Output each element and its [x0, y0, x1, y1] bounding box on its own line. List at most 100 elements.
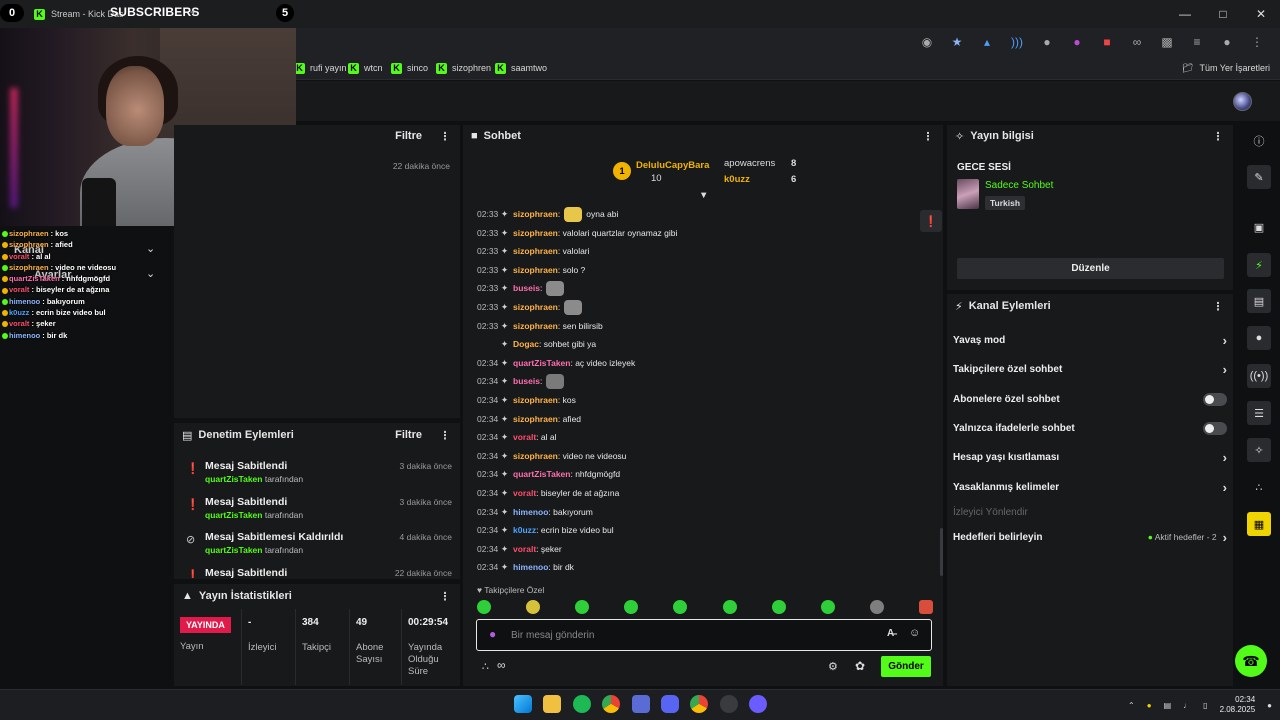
battery-icon[interactable]: ▯: [1203, 701, 1207, 710]
chat-username[interactable]: sizophraen: [513, 410, 558, 429]
emote[interactable]: [624, 600, 639, 614]
stack-icon[interactable]: ☰: [1247, 401, 1271, 425]
bookmark-item[interactable]: Ksizophren: [436, 60, 491, 76]
emote[interactable]: [477, 600, 491, 614]
chat-username[interactable]: quartZisTaken: [513, 465, 570, 484]
extension-red-icon[interactable]: ■: [1100, 35, 1114, 49]
app-icon[interactable]: [749, 695, 767, 713]
lightning-icon[interactable]: ⚡︎: [1247, 253, 1271, 277]
filter-button[interactable]: Filtre: [395, 429, 422, 441]
bookmark-item[interactable]: Kwtcn: [348, 60, 383, 76]
category-thumbnail[interactable]: [957, 179, 979, 209]
broadcast-icon[interactable]: ((•)): [1247, 364, 1271, 388]
clock[interactable]: 02:34 2.08.2025: [1220, 695, 1256, 715]
more-icon[interactable]: ⋮: [921, 130, 935, 143]
chrome-icon[interactable]: [602, 695, 620, 713]
menu-icon[interactable]: ⋮: [1250, 35, 1264, 49]
top-chatter-name[interactable]: DeluluCapyBara: [636, 160, 709, 171]
windows-start-icon[interactable]: [514, 695, 532, 713]
emote[interactable]: [722, 600, 737, 614]
star-icon[interactable]: ★: [950, 35, 964, 49]
info-icon[interactable]: ⓘ: [1247, 129, 1271, 153]
bookmark-item[interactable]: Ksaamtwo: [495, 60, 547, 76]
more-icon[interactable]: ⋮: [1211, 130, 1225, 143]
translate-icon[interactable]: ▴: [980, 35, 994, 49]
spotify-icon[interactable]: [573, 695, 591, 713]
chat-username[interactable]: sizophraen: [513, 298, 558, 317]
top-chatter-name[interactable]: k0uzz: [724, 174, 750, 185]
chevron-right-icon[interactable]: ›: [1223, 333, 1227, 348]
chrome-icon[interactable]: [690, 695, 708, 713]
send-button[interactable]: Gönder: [881, 656, 931, 677]
chat-username[interactable]: voralt: [513, 484, 536, 503]
puzzle-icon[interactable]: ▩: [1160, 35, 1174, 49]
emote[interactable]: [771, 600, 786, 614]
chat-username[interactable]: sizophraen: [513, 242, 558, 261]
wrench-icon[interactable]: ✧: [1247, 438, 1271, 462]
emote[interactable]: [575, 600, 590, 614]
network-icon[interactable]: ▤: [1164, 701, 1172, 710]
settings-dots-icon[interactable]: ∴: [482, 660, 489, 673]
infinity-icon[interactable]: ∞: [497, 658, 506, 672]
eye-off-icon[interactable]: ◉: [920, 35, 934, 49]
file-explorer-icon[interactable]: [543, 695, 561, 713]
chevron-right-icon[interactable]: ›: [1223, 530, 1227, 545]
chat-username[interactable]: sizophraen: [513, 317, 558, 336]
user-avatar[interactable]: [1233, 92, 1252, 111]
fullscreen-icon[interactable]: ▣: [1247, 215, 1271, 239]
translate-icon[interactable]: A̶: [887, 628, 894, 639]
toggle-switch[interactable]: [1203, 392, 1227, 406]
emote[interactable]: [526, 600, 541, 614]
channel-action-row[interactable]: Yavaş mod ›: [953, 328, 1227, 352]
emote[interactable]: [673, 600, 688, 614]
app-icon[interactable]: [632, 695, 650, 713]
filter-button[interactable]: Filtre: [395, 130, 422, 142]
extension-purple-icon[interactable]: ●: [1070, 35, 1084, 49]
chat-username[interactable]: sizophraen: [513, 261, 558, 280]
close-window-button[interactable]: ✕: [1242, 0, 1280, 28]
collapse-icon[interactable]: ▼: [699, 190, 708, 201]
chat-input[interactable]: [511, 626, 871, 644]
clapperboard-icon[interactable]: ▦: [1247, 512, 1271, 536]
pin-message-button[interactable]: ❗: [920, 210, 942, 232]
toggle-switch[interactable]: [1203, 421, 1227, 435]
speaker-icon[interactable]: ♩: [1183, 701, 1191, 710]
bookmark-item[interactable]: Ksinco: [391, 60, 428, 76]
emote-picker-icon[interactable]: ✿: [855, 659, 865, 673]
chevron-up-icon[interactable]: ⌃: [1128, 701, 1135, 710]
document-icon[interactable]: ▤: [1247, 289, 1271, 313]
extras-icon[interactable]: ∴: [1247, 475, 1271, 499]
extension-dot-icon[interactable]: ●: [1040, 35, 1054, 49]
maximize-button[interactable]: □: [1204, 0, 1242, 28]
help-button[interactable]: ☎: [1235, 645, 1267, 677]
chat-username[interactable]: voralt: [513, 428, 536, 447]
chat-username[interactable]: sizophraen: [513, 391, 558, 410]
more-icon[interactable]: ⋮: [438, 429, 452, 442]
chat-scrollbar[interactable]: [940, 528, 943, 576]
bookmark-item[interactable]: Krufi yayın: [294, 60, 347, 76]
chat-username[interactable]: k0uzz: [513, 521, 536, 540]
gear-icon[interactable]: ⚙: [828, 660, 838, 673]
category-link[interactable]: Sadece Sohbet: [985, 180, 1053, 191]
channel-action-row[interactable]: Abonelere özel sohbet: [953, 387, 1227, 411]
edit-icon[interactable]: ✎: [1247, 165, 1271, 189]
minimize-button[interactable]: —: [1166, 0, 1204, 28]
microphone-icon[interactable]: ●: [1147, 701, 1152, 710]
extension-link-icon[interactable]: ∞: [1130, 35, 1144, 49]
emote[interactable]: [918, 600, 933, 614]
chat-username[interactable]: voralt: [513, 540, 536, 559]
channel-action-row[interactable]: Yasaklanmış kelimeler ›: [953, 475, 1227, 499]
channel-action-row[interactable]: Hesap yaşı kısıtlaması ›: [953, 445, 1227, 469]
emote[interactable]: [820, 600, 835, 614]
wave-icon[interactable]: ))): [1010, 35, 1024, 49]
chevron-right-icon[interactable]: ›: [1223, 450, 1227, 465]
chat-username[interactable]: buseis: [513, 372, 540, 391]
chat-username[interactable]: Dogac: [513, 335, 539, 354]
profile-icon[interactable]: ●: [1220, 35, 1234, 49]
more-icon[interactable]: ⋮: [438, 590, 452, 603]
chevron-right-icon[interactable]: ›: [1223, 480, 1227, 495]
notification-icon[interactable]: ●: [1267, 701, 1272, 710]
channel-action-row[interactable]: Takipçilere özel sohbet ›: [953, 357, 1227, 381]
microphone-icon[interactable]: ●: [489, 627, 496, 641]
chat-username[interactable]: himenoo: [513, 503, 548, 522]
